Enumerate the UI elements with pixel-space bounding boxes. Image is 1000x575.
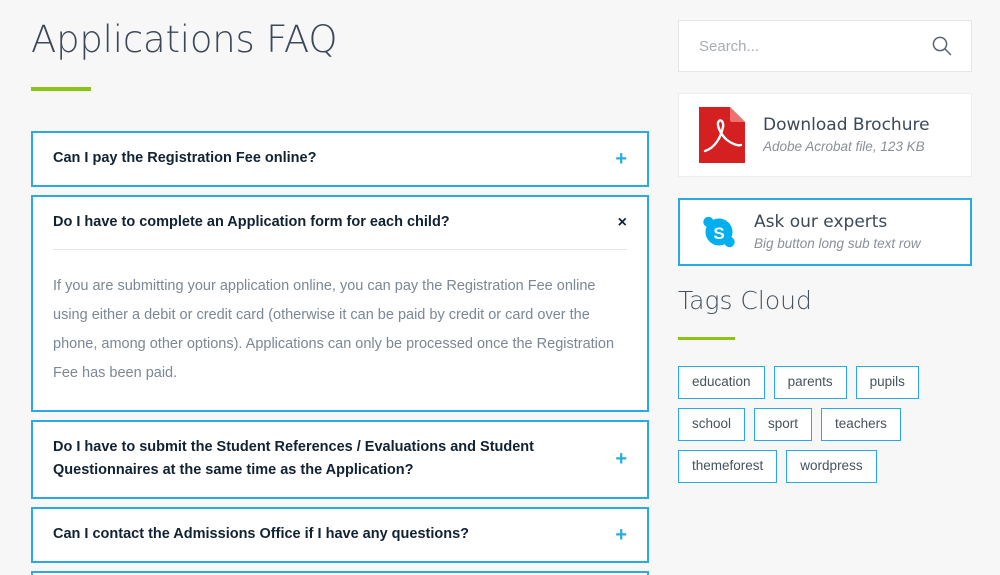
plus-icon[interactable]: + [615,525,627,545]
skype-title: Ask our experts [754,212,888,233]
tag-item[interactable]: school [678,407,746,441]
tags-widget: Tags Cloud education parents pupils scho… [678,286,972,484]
plus-icon[interactable]: + [615,449,627,469]
faq-accordion: Can I pay the Registration Fee online? +… [31,130,649,575]
tag-item[interactable]: parents [773,365,847,399]
main-content: Applications FAQ Can I pay the Registrat… [0,0,650,575]
sidebar: Download Brochure Adobe Acrobat file, 12… [650,0,1000,504]
faq-item-expanded[interactable]: Do I have to complete an Application for… [31,194,649,412]
search-input[interactable] [699,37,931,55]
tags-list: education parents pupils school sport te… [678,365,972,484]
faq-item-header[interactable]: Can I pay the Registration Fee online? + [33,133,647,185]
faq-question: Can I contact the Admissions Office if I… [53,526,470,543]
faq-item-header[interactable]: Can I contact the Admissions Office if I… [33,509,647,561]
tags-accent-bar [678,336,735,340]
skype-subtitle: Big button long sub text row [754,236,921,252]
tags-cloud-title: Tags Cloud [678,286,812,315]
divider [53,248,627,250]
skype-text: Ask our experts Big button long sub text… [754,211,921,253]
tag-item[interactable]: education [678,365,765,399]
plus-icon[interactable]: + [615,149,627,169]
faq-item[interactable]: Can I pay the Registration Fee online? + [31,130,649,187]
search-box[interactable] [678,20,972,72]
page-title: Applications FAQ [31,18,338,61]
brochure-text: Download Brochure Adobe Acrobat file, 12… [763,114,930,156]
skype-widget: S Ask our experts Big button long sub te… [678,198,972,266]
faq-item[interactable]: Can I contact the Admissions Office if I… [31,507,649,564]
ask-our-experts-button[interactable]: S Ask our experts Big button long sub te… [678,198,972,266]
title-accent-bar [31,86,91,91]
skype-icon: S [700,213,738,251]
faq-question: Can I pay the Registration Fee online? [53,149,317,166]
faq-item-header[interactable]: Do I have to complete an Application for… [33,197,647,249]
tag-item[interactable]: wordpress [786,449,877,484]
faq-answer-panel: If you are submitting your application o… [33,248,647,410]
faq-answer-text: If you are submitting your application o… [53,277,615,381]
faq-question: Do I have to complete an Application for… [53,213,450,230]
brochure-title: Download Brochure [763,115,930,136]
svg-text:S: S [713,224,724,243]
faq-page: Applications FAQ Can I pay the Registrat… [0,0,1000,575]
brochure-subtitle: Adobe Acrobat file, 123 KB [763,139,925,155]
brochure-widget: Download Brochure Adobe Acrobat file, 12… [678,93,972,177]
tag-item[interactable]: teachers [821,407,901,441]
tag-item[interactable]: sport [754,407,813,441]
tag-item[interactable]: themeforest [678,449,778,484]
faq-question: Do I have to submit the Student Referenc… [53,438,534,479]
download-brochure-button[interactable]: Download Brochure Adobe Acrobat file, 12… [678,93,972,177]
faq-item-header[interactable]: Do I have to submit the Student Referenc… [33,422,647,498]
search-icon[interactable] [931,35,953,57]
search-widget [678,20,972,72]
pdf-icon [699,107,745,163]
tag-item[interactable]: pupils [855,365,919,399]
faq-item[interactable]: Do I have to submit the Student Referenc… [31,419,649,500]
faq-item[interactable]: How do the schools make their decisions?… [31,571,649,575]
close-icon[interactable]: × [618,214,627,231]
